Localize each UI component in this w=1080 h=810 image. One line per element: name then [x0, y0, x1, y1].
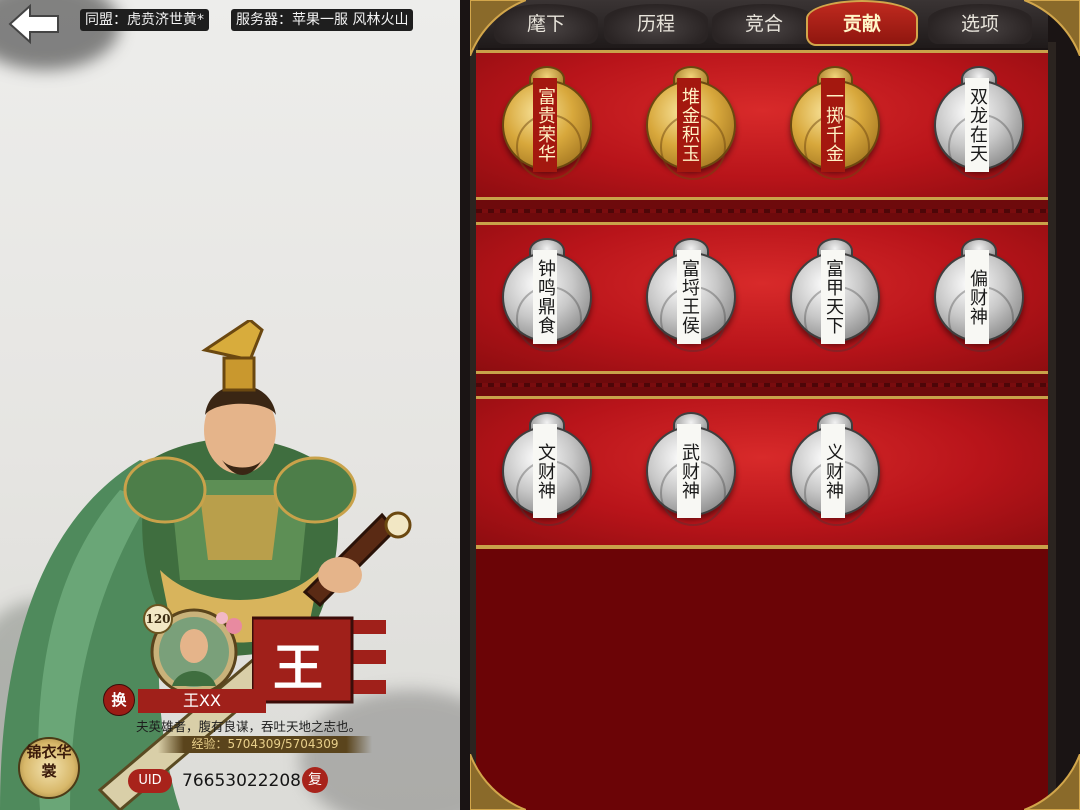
medal-silver[interactable]: 富埒王侯	[646, 232, 736, 352]
tab-contribution[interactable]: 贡献	[806, 0, 918, 46]
medal-title: 双龙在天	[965, 78, 989, 172]
row-divider	[476, 374, 1048, 396]
corner-ornament	[470, 754, 526, 810]
tab-options[interactable]: 选项	[928, 4, 1032, 44]
medal-title: 一掷千金	[821, 78, 845, 172]
medal-title: 文财神	[533, 424, 557, 518]
medal-title: 堆金积玉	[677, 78, 701, 172]
medal-title: 武财神	[677, 424, 701, 518]
row-divider	[476, 200, 1048, 222]
uid-value: 76653022208	[182, 771, 301, 791]
tab-bar: 麾下 历程 竞合 贡献 选项	[478, 0, 1048, 48]
corner-ornament	[1024, 0, 1080, 56]
medal-title: 富埒王侯	[677, 250, 701, 344]
tab-history[interactable]: 历程	[604, 4, 708, 44]
medal-silver[interactable]: 武财神	[646, 406, 736, 526]
level-badge: 120	[143, 604, 173, 634]
medal-silver[interactable]: 富甲天下	[790, 232, 880, 352]
surname-glyph: 王	[273, 638, 323, 697]
medal-silver[interactable]: 偏财神	[934, 232, 1024, 352]
medal-gold[interactable]: 一掷千金	[790, 60, 880, 180]
medal-silver[interactable]: 钟鸣鼎食	[502, 232, 592, 352]
medal-title: 义财神	[821, 424, 845, 518]
player-motto: 夫英雄者，腹有良谋，吞吐天地之志也。	[136, 719, 362, 734]
outfit-button[interactable]: 锦衣华裳	[18, 737, 80, 799]
experience-bar: 经验：5704309/5704309	[158, 736, 372, 753]
player-name: 王XX	[138, 689, 266, 713]
medal-title: 钟鸣鼎食	[533, 250, 557, 344]
corner-ornament	[1024, 754, 1080, 810]
back-arrow-icon	[8, 3, 59, 45]
medal-title: 富甲天下	[821, 250, 845, 344]
medal-title: 偏财神	[965, 250, 989, 344]
uid-label: UID	[128, 769, 172, 793]
medal-gold[interactable]: 富贵荣华	[502, 60, 592, 180]
medal-silver[interactable]: 文财神	[502, 406, 592, 526]
alliance-label: 同盟：虎贲济世黄*	[80, 9, 209, 31]
medal-title: 富贵荣华	[533, 78, 557, 172]
medal-gold[interactable]: 堆金积玉	[646, 60, 736, 180]
medal-silver[interactable]: 义财神	[790, 406, 880, 526]
swap-portrait-button[interactable]: 换	[103, 684, 135, 716]
character-panel: 同盟：虎贲济世黄* 服务器：苹果一服 风林火山 120 王 换 王XX 夫英雄者…	[0, 0, 470, 810]
medal-silver[interactable]: 双龙在天	[934, 60, 1024, 180]
corner-ornament	[470, 0, 526, 56]
empty-area	[476, 546, 1048, 810]
back-button[interactable]	[0, 0, 70, 48]
copy-uid-button[interactable]: 复	[302, 767, 328, 793]
tab-competition[interactable]: 竞合	[712, 4, 816, 44]
server-label: 服务器：苹果一服 风林火山	[231, 9, 414, 31]
